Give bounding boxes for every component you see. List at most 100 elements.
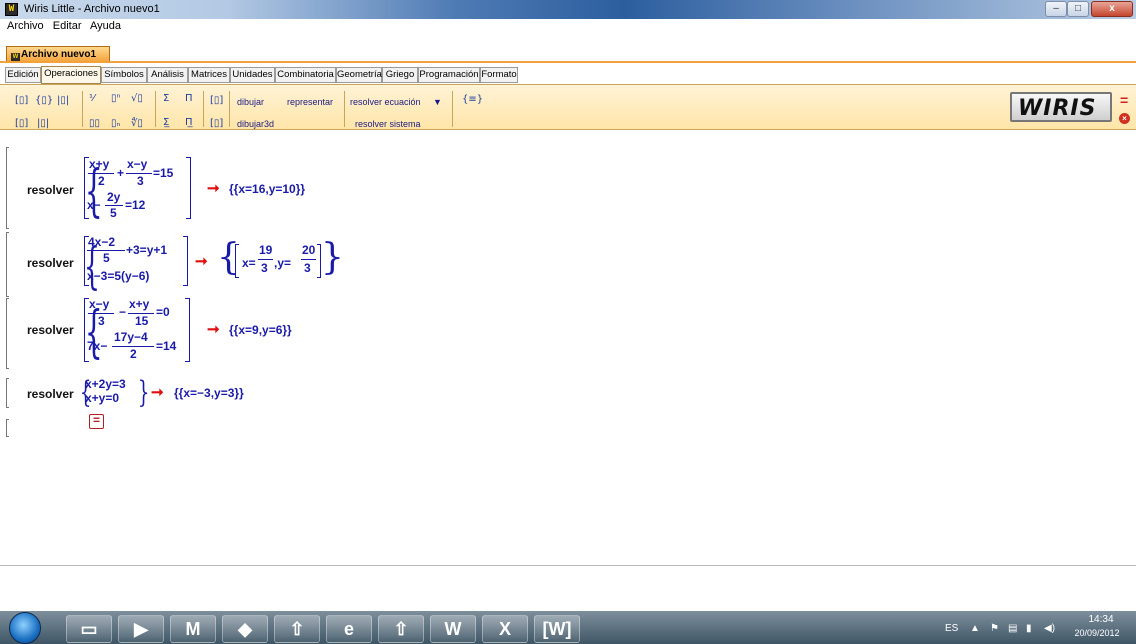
product-icon[interactable]: Π (185, 93, 193, 105)
subscript-icon[interactable]: ▯ₙ (111, 118, 121, 130)
e1-result: {{x=16,y=10}} (229, 182, 306, 196)
result-arrow-icon: ➞ (195, 253, 208, 270)
bracket-icon[interactable]: [▯] (15, 118, 28, 130)
title-bar[interactable]: W Wiris Little - Archivo nuevo1 (0, 0, 1136, 19)
e2-res-y-num: 20 (302, 243, 316, 257)
system-brace-right: } (137, 375, 150, 410)
start-button[interactable] (9, 612, 41, 644)
power-icon[interactable]: ▯ⁿ (111, 93, 121, 105)
menu-archivo[interactable]: Archivo (7, 20, 44, 32)
e3-eq2-rhs: =14 (156, 339, 177, 353)
resolver-command[interactable]: resolver (27, 387, 74, 401)
calculate-button[interactable]: = (1120, 92, 1128, 108)
volume-icon[interactable]: ◀) (1044, 623, 1055, 634)
resolver-ecuacion-button[interactable]: resolver ecuación (350, 96, 421, 108)
clock-time[interactable]: 14:34 (1078, 614, 1124, 625)
e3-result: {{x=9,y=6}} (229, 323, 292, 337)
block-bracket (6, 378, 9, 408)
abs-icon[interactable]: |▯| (57, 95, 69, 107)
close-button[interactable]: x (1091, 1, 1133, 17)
system-bracket-right (183, 236, 188, 286)
sum-limits-icon[interactable]: Σ̲ (163, 117, 169, 129)
resolver-command[interactable]: resolver (27, 183, 74, 197)
e2-f1-den: 5 (103, 251, 110, 265)
representar-button[interactable]: representar (287, 96, 333, 108)
chevron-down-icon[interactable]: ▼ (433, 97, 442, 107)
menu-ayuda[interactable]: Ayuda (90, 20, 121, 32)
show-hidden-icon[interactable]: ▲ (970, 623, 980, 634)
ie-icon[interactable]: e (326, 615, 372, 643)
bracket2-icon[interactable]: [▯] (210, 118, 223, 130)
updater-icon[interactable]: ⇧ (274, 615, 320, 643)
e2-f1-num: 4x−2 (88, 235, 116, 249)
tab-edicion[interactable]: Edición (5, 67, 41, 83)
result-bracket-left (235, 244, 239, 278)
resolver-command[interactable]: resolver (27, 256, 74, 270)
explorer-icon[interactable]: ▭ (66, 615, 112, 643)
e2-res-x: x= (242, 256, 256, 270)
network-icon[interactable]: ▤ (1008, 623, 1017, 634)
tab-analisis[interactable]: Análisis (147, 67, 188, 83)
toolbar-separator (82, 91, 83, 127)
block-bracket (6, 298, 9, 369)
language-indicator[interactable]: ES (945, 623, 958, 634)
excel-icon[interactable]: X (482, 615, 528, 643)
resolver-command[interactable]: resolver (27, 323, 74, 337)
media-icon[interactable]: ▶ (118, 615, 164, 643)
tab-geometria[interactable]: Geometría (336, 67, 382, 83)
tab-unidades[interactable]: Unidades (230, 67, 275, 83)
menu-editar[interactable]: Editar (53, 20, 82, 32)
tab-operaciones[interactable]: Operaciones (41, 66, 101, 84)
sum-icon[interactable]: Σ (163, 93, 169, 105)
category-tabs: Edición Operaciones Símbolos Análisis Ma… (0, 64, 1136, 84)
signal-icon[interactable]: ▮ (1026, 623, 1032, 634)
dibujar-button[interactable]: dibujar (237, 96, 264, 108)
system-brace-icon[interactable]: {≡} (462, 94, 483, 106)
dibujar3d-button[interactable]: dibujar3d (237, 118, 274, 130)
tab-matrices[interactable]: Matrices (188, 67, 230, 83)
new-equation-button[interactable]: = (89, 414, 104, 429)
document-tab-label: Archivo nuevo1 (21, 49, 97, 60)
wiris-app-icon: W (5, 3, 18, 16)
matrix-icon[interactable]: [▯] (210, 95, 223, 107)
mixed-fraction-icon[interactable]: ▯▯ (89, 118, 100, 130)
word-icon[interactable]: W (430, 615, 476, 643)
product-limits-icon[interactable]: Π̲ (185, 117, 193, 129)
brace-icon[interactable]: {▯} (35, 95, 53, 107)
block-bracket (6, 419, 9, 437)
fraction-icon[interactable]: ⅟ (89, 93, 95, 105)
updater2-icon[interactable]: ⇧ (378, 615, 424, 643)
resolver-sistema-button[interactable]: resolver sistema (355, 118, 421, 130)
system-bracket-right (186, 157, 191, 219)
flag-icon[interactable]: ⚑ (990, 623, 999, 634)
e1-f3-den: 5 (110, 206, 117, 220)
clock-date[interactable]: 20/09/2012 (1070, 628, 1124, 638)
nroot-icon[interactable]: ∜▯ (131, 118, 143, 130)
mcafee-icon[interactable]: M (170, 615, 216, 643)
status-area (0, 566, 1136, 611)
e3-f2-den: 15 (135, 314, 149, 328)
close-icon[interactable]: × (1119, 113, 1130, 124)
e2-res-x-den: 3 (261, 261, 268, 275)
window-title: Wiris Little - Archivo nuevo1 (24, 3, 160, 15)
e4-eq1: x+2y=3 (85, 377, 126, 391)
toolbar-separator (203, 91, 204, 127)
block-bracket (6, 147, 9, 229)
maximize-button[interactable]: □ (1067, 1, 1089, 17)
tab-programacion[interactable]: Programación (418, 67, 480, 83)
toolbar-separator (155, 91, 156, 127)
e3-f1-num: x−y (89, 297, 110, 311)
wiris-logo: WIRIS (1010, 92, 1112, 122)
tab-combinatoria[interactable]: Combinatoria (275, 67, 336, 83)
paren-icon[interactable]: [▯] (15, 95, 28, 107)
e3-minus: − (119, 305, 127, 319)
maps-icon[interactable]: ◆ (222, 615, 268, 643)
tab-griego[interactable]: Griego (382, 67, 418, 83)
tab-simbolos[interactable]: Símbolos (101, 67, 147, 83)
minimize-button[interactable]: – (1045, 1, 1067, 17)
bracket-abs-icon[interactable]: |▯| (37, 118, 49, 130)
tab-formato[interactable]: Formato (480, 67, 518, 83)
sqrt-icon[interactable]: √▯ (131, 93, 143, 105)
wiris-icon[interactable]: [W] (534, 615, 580, 643)
document-tab[interactable]: W Archivo nuevo1 (6, 46, 110, 62)
